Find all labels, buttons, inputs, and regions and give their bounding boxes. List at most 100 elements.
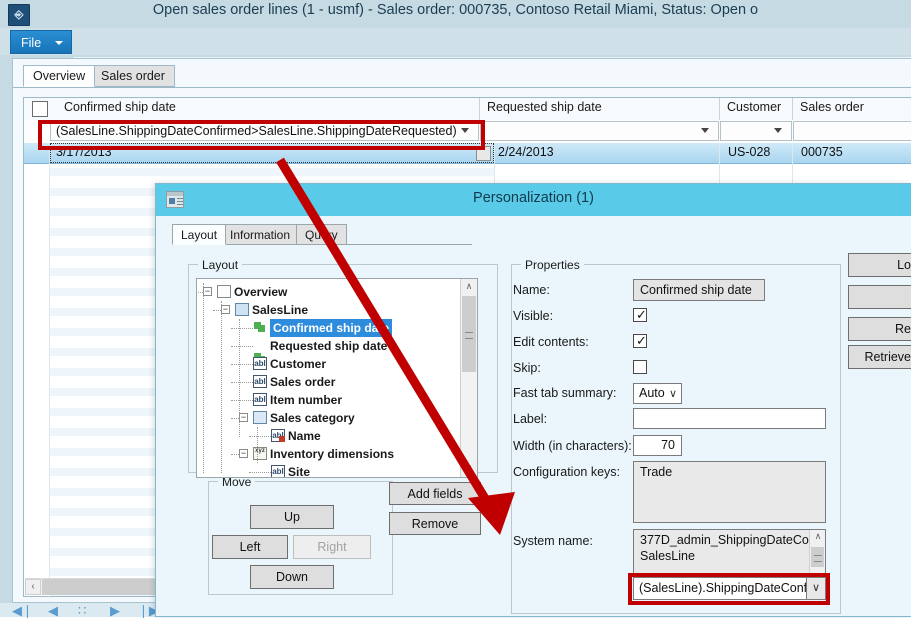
- tree-connector: [203, 283, 204, 473]
- cell-sales-order[interactable]: 000735: [801, 145, 843, 159]
- chevron-down-icon[interactable]: [461, 128, 469, 133]
- tree-item-sales-category[interactable]: Sales category: [270, 409, 355, 427]
- tree-vertical-scrollbar[interactable]: ∧ ∨: [460, 279, 477, 477]
- tab-information[interactable]: Information: [221, 224, 300, 245]
- system-name-combo[interactable]: (SalesLine).ShippingDateConfir ∨: [633, 577, 826, 600]
- scrollbar-thumb[interactable]: [42, 579, 162, 595]
- dialog-title-bar: Personalization (1): [156, 184, 911, 216]
- tree-item-item-number[interactable]: Item number: [270, 391, 342, 409]
- property-label-visible: Visible:: [513, 309, 554, 323]
- grid-empty-row[interactable]: [50, 168, 494, 176]
- tree-expander-toggle[interactable]: −: [221, 305, 230, 314]
- column-header-customer[interactable]: Customer: [727, 100, 781, 114]
- tree-item-confirmed-ship-date[interactable]: Confirmed ship date: [270, 319, 393, 337]
- tree-item-salesline[interactable]: SalesLine: [252, 301, 308, 319]
- tree-connector: [231, 346, 253, 347]
- property-value-label[interactable]: [633, 408, 826, 429]
- nav-grid-button[interactable]: ∷: [78, 604, 86, 617]
- property-value-name[interactable]: Confirmed ship date: [633, 279, 765, 301]
- property-checkbox-edit-contents[interactable]: ✓: [633, 333, 647, 348]
- move-down-button[interactable]: Down: [250, 565, 334, 589]
- system-name-scrollbar[interactable]: ∧: [809, 530, 825, 576]
- chevron-down-icon[interactable]: [774, 128, 782, 133]
- tree-expander-toggle[interactable]: −: [239, 449, 248, 458]
- property-list-configuration-keys[interactable]: Trade: [633, 461, 826, 523]
- scroll-up-arrow-icon[interactable]: ∧: [461, 279, 477, 295]
- tree-expander-toggle[interactable]: −: [239, 413, 248, 422]
- nav-next-button[interactable]: ▶: [110, 604, 120, 617]
- row-focus-indicator: [50, 143, 494, 163]
- tree-item-customer[interactable]: Customer: [270, 355, 326, 373]
- tree-item-overview[interactable]: Overview: [234, 283, 287, 301]
- tree-node-list: − Overview − SalesLine Confirmed ship date Re…: [197, 279, 477, 477]
- cell-customer[interactable]: US-028: [728, 145, 770, 159]
- tree-connector: [249, 472, 271, 473]
- ribbon-strip: [0, 28, 911, 83]
- property-checkbox-visible[interactable]: ✓: [633, 307, 647, 322]
- chevron-down-icon[interactable]: ∨: [806, 578, 825, 599]
- scrollbar-thumb[interactable]: [811, 547, 824, 567]
- column-separator[interactable]: [792, 98, 793, 120]
- property-combo-fast-tab-summary[interactable]: Auto ∨: [633, 383, 682, 404]
- column-header-confirmed-ship-date[interactable]: Confirmed ship date: [64, 100, 176, 114]
- tree-connector: [231, 400, 253, 401]
- tree-connector: [231, 364, 253, 365]
- column-header-sales-order[interactable]: Sales order: [800, 100, 864, 114]
- side-button-2[interactable]: [848, 285, 911, 309]
- nav-prev-button[interactable]: ◀: [48, 604, 58, 617]
- property-label-system-name: System name:: [513, 534, 593, 548]
- file-menu-button[interactable]: File: [10, 30, 72, 54]
- add-fields-button[interactable]: Add fields: [389, 482, 481, 505]
- category-icon: [253, 411, 267, 424]
- property-value-width[interactable]: 70: [633, 435, 682, 456]
- reset-button[interactable]: Re: [848, 317, 911, 341]
- scrollbar-grip-icon: [814, 555, 822, 562]
- chevron-down-icon: [55, 41, 63, 45]
- tab-sales-order[interactable]: Sales order: [91, 65, 175, 87]
- check-icon: ✓: [636, 333, 647, 348]
- dialog-title: Personalization (1): [473, 190, 594, 206]
- filter-input-requested-ship-date[interactable]: [480, 121, 719, 141]
- layout-tree[interactable]: − Overview − SalesLine Confirmed ship date Re…: [196, 278, 478, 478]
- grid-header-row: Confirmed ship date Requested ship date …: [24, 98, 911, 121]
- abl-icon: abl: [271, 465, 285, 477]
- tree-item-requested-ship-date[interactable]: Requested ship date: [270, 337, 387, 355]
- filter-input-confirmed-ship-date[interactable]: (SalesLine.ShippingDateConfirmed>SalesLi…: [50, 121, 479, 141]
- property-label-skip: Skip:: [513, 361, 541, 375]
- column-header-requested-ship-date[interactable]: Requested ship date: [487, 100, 602, 114]
- tree-item-sales-order[interactable]: Sales order: [270, 373, 335, 391]
- property-list-system-name[interactable]: 377D_admin_ShippingDateConfirmed SalesLi…: [633, 529, 826, 577]
- tab-query[interactable]: Query: [296, 224, 347, 245]
- property-checkbox-skip[interactable]: [633, 360, 647, 374]
- chevron-down-icon: ∨: [668, 388, 677, 400]
- window-title: Open sales order lines (1 - usmf) - Sale…: [152, 2, 759, 18]
- nav-first-button[interactable]: ◀❘: [12, 604, 33, 617]
- tab-layout[interactable]: Layout: [172, 224, 227, 245]
- tree-item-name[interactable]: Name: [288, 427, 321, 445]
- tree-expander-toggle[interactable]: −: [203, 287, 212, 296]
- move-up-button[interactable]: Up: [250, 505, 334, 529]
- tree-item-site[interactable]: Site: [288, 463, 310, 477]
- tree-connector: [213, 310, 221, 311]
- scrollbar-thumb[interactable]: [462, 296, 476, 372]
- move-right-button: Right: [293, 535, 371, 559]
- xyz-icon: xyz: [253, 447, 267, 460]
- tree-item-inventory-dimensions[interactable]: Inventory dimensions: [270, 445, 394, 463]
- filter-input-sales-order[interactable]: [793, 121, 911, 141]
- scroll-left-arrow-icon[interactable]: ‹: [25, 579, 41, 595]
- column-separator[interactable]: [719, 98, 720, 120]
- remove-button[interactable]: Remove: [389, 512, 481, 535]
- scroll-up-arrow-icon[interactable]: ∧: [810, 530, 825, 544]
- select-all-checkbox[interactable]: [32, 101, 48, 117]
- chevron-down-icon[interactable]: [701, 128, 709, 133]
- scroll-down-arrow-icon[interactable]: ∨: [461, 461, 477, 477]
- retrieve-button[interactable]: Retrieve: [848, 345, 911, 369]
- calendar-icon[interactable]: [476, 146, 491, 161]
- column-separator[interactable]: [479, 98, 480, 120]
- cell-requested-ship-date[interactable]: 2/24/2013: [498, 145, 554, 159]
- property-label-configuration-keys: Configuration keys:: [513, 465, 621, 479]
- tab-overview[interactable]: Overview: [23, 65, 96, 87]
- load-button[interactable]: Lo: [848, 253, 911, 277]
- tree-connector: [221, 301, 222, 473]
- move-left-button[interactable]: Left: [212, 535, 288, 559]
